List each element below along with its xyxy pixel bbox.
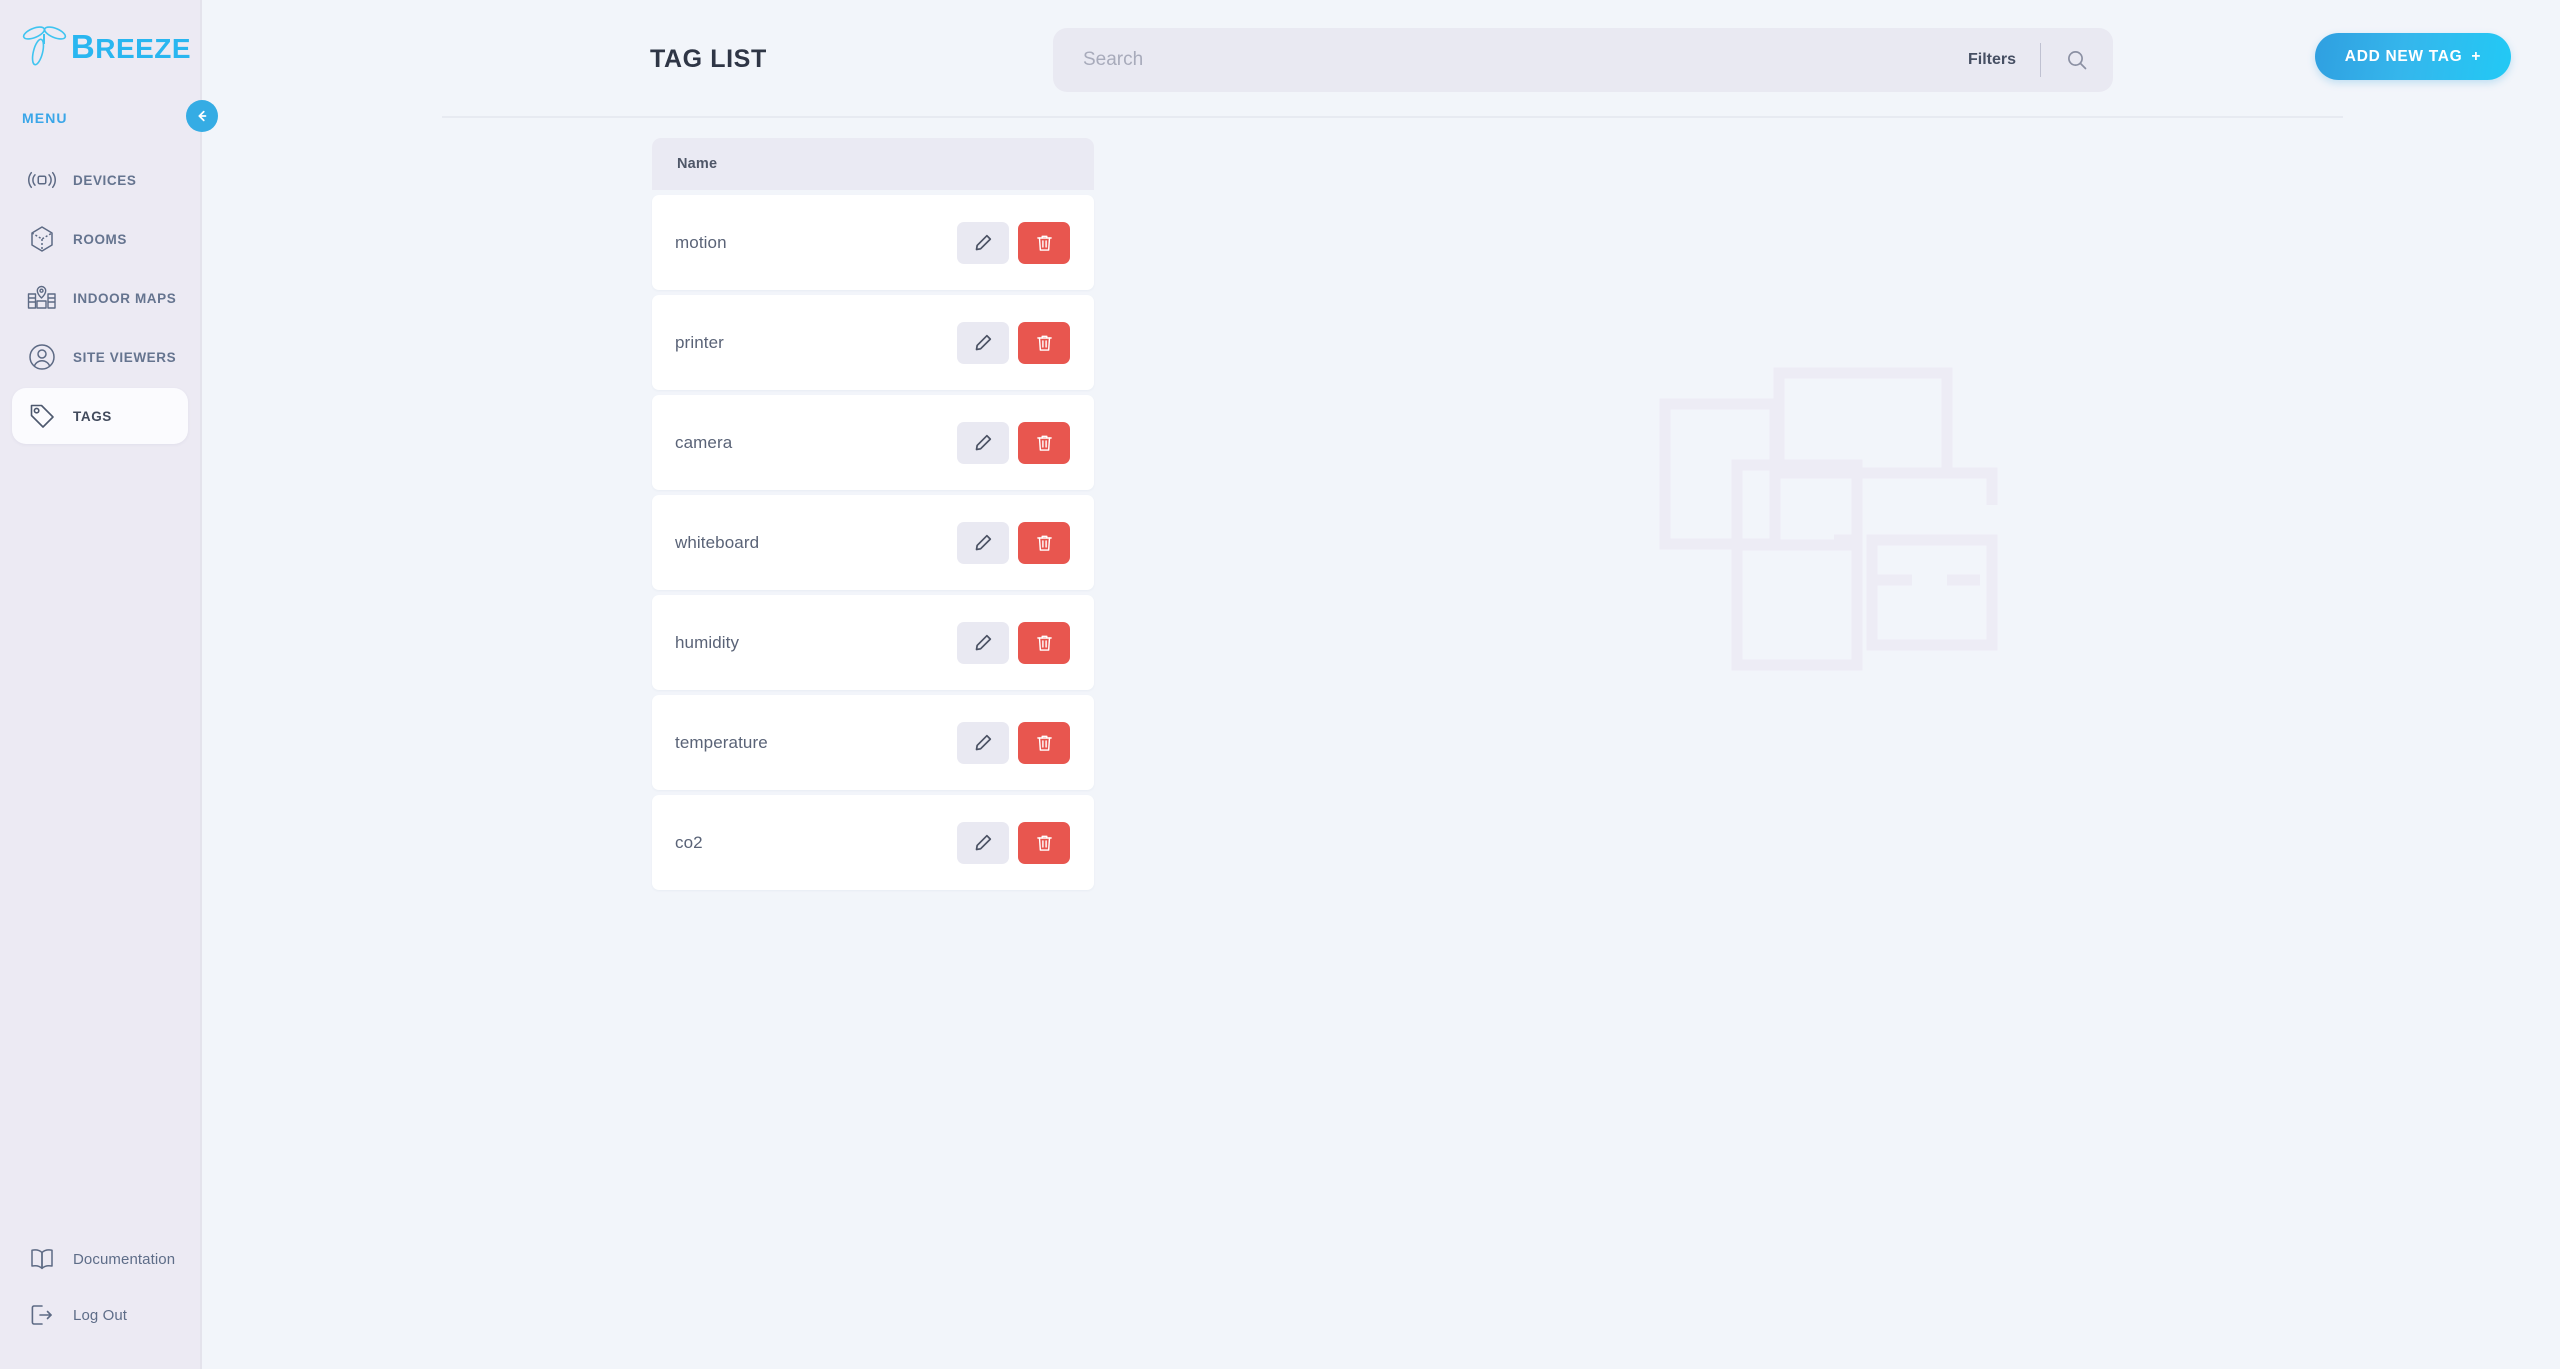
table-row[interactable]: co2: [652, 795, 1094, 890]
tag-icon: [27, 401, 57, 431]
edit-tag-button[interactable]: [957, 221, 1009, 264]
edit-tag-button[interactable]: [957, 721, 1009, 764]
column-header-name: Name: [677, 156, 718, 172]
table-row[interactable]: motion: [652, 195, 1094, 290]
brand-name: BREEZE: [70, 27, 192, 65]
row-actions: [957, 421, 1070, 464]
page-title: TAG LIST: [650, 45, 767, 73]
menu-heading: MENU: [22, 110, 68, 126]
delete-tag-button[interactable]: [1018, 421, 1070, 464]
sidebar-item-label: DEVICES: [73, 172, 137, 188]
sidebar-item-indoor-maps[interactable]: INDOOR MAPS: [12, 270, 188, 326]
row-actions: [957, 221, 1070, 264]
trash-icon: [1036, 435, 1052, 451]
add-new-tag-label: ADD NEW TAG: [2344, 47, 2463, 65]
tag-name: whiteboard: [675, 532, 760, 552]
row-actions: [957, 821, 1070, 864]
sidebar-item-label: Log Out: [73, 1306, 128, 1324]
trash-icon: [1036, 635, 1052, 651]
delete-tag-button[interactable]: [1018, 521, 1070, 564]
page-header: TAG LIST Filters ADD NEW TAG +: [202, 0, 2560, 118]
trash-icon: [1036, 335, 1052, 351]
table-row[interactable]: camera: [652, 395, 1094, 490]
delete-tag-button[interactable]: [1018, 621, 1070, 664]
sidebar-item-devices[interactable]: DEVICES: [12, 152, 188, 208]
table-row[interactable]: whiteboard: [652, 495, 1094, 590]
sidebar-nav: DEVICES ROOMS INDOOR MAPS SITE VIEWERS T…: [0, 152, 200, 444]
magnifier-icon: [2068, 51, 2087, 70]
sidebar-item-logout[interactable]: Log Out: [12, 1289, 188, 1341]
brand-logo[interactable]: BREEZE: [0, 0, 200, 92]
sidebar-item-label: Documentation: [73, 1250, 176, 1268]
edit-tag-button[interactable]: [957, 321, 1009, 364]
arrow-left-icon: [198, 110, 207, 122]
tag-name: printer: [675, 332, 724, 352]
pencil-icon: [975, 634, 991, 651]
sidebar-footer-nav: Documentation Log Out: [0, 1233, 200, 1369]
tag-name: temperature: [675, 732, 768, 752]
broadcast-signal-icon: [27, 165, 57, 195]
delete-tag-button[interactable]: [1018, 821, 1070, 864]
trash-icon: [1036, 535, 1052, 551]
add-new-tag-button[interactable]: ADD NEW TAG +: [2315, 33, 2511, 80]
pencil-icon: [975, 534, 991, 551]
sidebar: BREEZE MENU DEVICES ROOMS INDOOR MAPS SI…: [0, 0, 218, 1369]
edit-tag-button[interactable]: [957, 821, 1009, 864]
row-actions: [957, 721, 1070, 764]
sidebar-item-label: TAGS: [73, 408, 112, 424]
search-input[interactable]: [1053, 49, 1944, 71]
pencil-icon: [975, 434, 991, 451]
row-actions: [957, 321, 1070, 364]
cube-icon: [27, 224, 57, 254]
search-bar: Filters: [1053, 28, 2113, 92]
pencil-icon: [975, 334, 991, 351]
delete-tag-button[interactable]: [1018, 321, 1070, 364]
trash-icon: [1036, 835, 1052, 851]
sidebar-item-label: ROOMS: [73, 231, 128, 247]
table-row[interactable]: temperature: [652, 695, 1094, 790]
breeze-propeller-logo: [22, 26, 67, 66]
sidebar-item-tags[interactable]: TAGS: [12, 388, 188, 444]
header-divider: [442, 116, 2343, 118]
trash-icon: [1036, 235, 1052, 251]
sidebar-item-rooms[interactable]: ROOMS: [12, 211, 188, 267]
tag-name: motion: [675, 232, 727, 252]
trash-icon: [1036, 735, 1052, 751]
delete-tag-button[interactable]: [1018, 721, 1070, 764]
map-building-pin-icon: [27, 283, 57, 313]
sidebar-collapse-button[interactable]: [186, 100, 218, 132]
sidebar-item-label: SITE VIEWERS: [73, 349, 177, 365]
edit-tag-button[interactable]: [957, 421, 1009, 464]
plus-icon: +: [2471, 47, 2482, 65]
tag-name: humidity: [675, 632, 740, 652]
sidebar-item-site-viewers[interactable]: SITE VIEWERS: [12, 329, 188, 385]
sidebar-item-documentation[interactable]: Documentation: [12, 1233, 188, 1285]
filters-button[interactable]: Filters: [1944, 51, 2040, 69]
row-actions: [957, 521, 1070, 564]
pencil-icon: [975, 834, 991, 851]
pencil-icon: [975, 734, 991, 751]
tag-name: camera: [675, 432, 733, 452]
floorplan-watermark: [1659, 367, 1998, 671]
delete-tag-button[interactable]: [1018, 221, 1070, 264]
pencil-icon: [975, 234, 991, 251]
search-submit-button[interactable]: [2041, 28, 2113, 92]
tag-name: co2: [675, 832, 703, 852]
user-circle-icon: [27, 342, 57, 372]
sidebar-item-label: INDOOR MAPS: [73, 290, 177, 306]
app-root: BREEZE MENU DEVICES ROOMS INDOOR MAPS SI…: [0, 0, 2560, 1369]
tag-list-table: Name motion printer camera whiteboard hu…: [652, 138, 1094, 890]
open-book-icon: [27, 1244, 57, 1274]
main-content: TAG LIST Filters ADD NEW TAG +: [202, 0, 2560, 1369]
row-actions: [957, 621, 1070, 664]
edit-tag-button[interactable]: [957, 621, 1009, 664]
table-header-row: Name: [652, 138, 1094, 190]
table-row[interactable]: printer: [652, 295, 1094, 390]
edit-tag-button[interactable]: [957, 521, 1009, 564]
logout-arrow-icon: [27, 1300, 57, 1330]
table-row[interactable]: humidity: [652, 595, 1094, 690]
